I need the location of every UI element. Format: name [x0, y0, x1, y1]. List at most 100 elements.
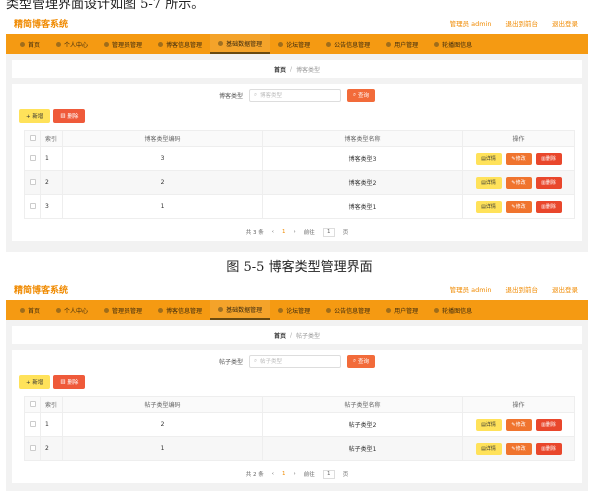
nav-home[interactable]: 首页	[12, 300, 48, 320]
nav-admin-manage[interactable]: 管理员管理	[96, 34, 150, 54]
main-nav: 首页 个人中心 管理员管理 博客信息管理 基础数据管理 论坛管理 公告信息管理 用户管理 轮播图…	[6, 300, 588, 320]
nav-blog-manage[interactable]: 博客信息管理	[150, 300, 210, 320]
row-checkbox[interactable]	[29, 202, 36, 209]
detail-button-label: 详情	[485, 422, 496, 428]
delete-row-button[interactable]: ▥ 删除	[535, 152, 562, 165]
delete-row-button[interactable]: ▥ 删除	[535, 200, 562, 213]
search-input[interactable]: ⌕ 帖子类型	[248, 354, 341, 368]
nav-carousel[interactable]: 轮播图信息	[426, 300, 480, 320]
pager-prev-icon[interactable]: ‹	[272, 471, 274, 477]
detail-button-label: 详情	[485, 446, 496, 452]
logout-link[interactable]: 退出登录	[552, 284, 578, 294]
col-ops: 操作	[462, 130, 575, 147]
row-select-cell[interactable]	[24, 436, 41, 461]
nav-notice[interactable]: 公告信息管理	[318, 300, 378, 320]
nav-dot-icon	[434, 41, 440, 47]
delete-row-button-label: 删除	[545, 422, 556, 428]
search-icon: ⌕	[352, 91, 357, 98]
row-actions: ▤ 详情 ✎ 修改 ▥ 删除	[463, 200, 574, 213]
edit-button[interactable]: ✎ 修改	[505, 442, 532, 455]
cell-index: 2	[40, 436, 63, 461]
detail-button-label: 详情	[485, 180, 496, 186]
nav-item-label: 个人中心	[64, 307, 89, 315]
admin-link[interactable]: 管理员 admin	[450, 284, 492, 294]
row-checkbox[interactable]	[29, 420, 36, 427]
nav-forum[interactable]: 论坛管理	[270, 34, 318, 54]
search-placeholder: 帖子类型	[260, 359, 283, 365]
frontend-link[interactable]: 退出到前台	[506, 284, 539, 294]
breadcrumb-home[interactable]: 首页	[274, 65, 286, 74]
breadcrumb-current: 博客类型	[296, 66, 321, 74]
document-text-line: 类型管理界面设计如图 5-7 所示。	[6, 0, 205, 12]
nav-forum[interactable]: 论坛管理	[270, 300, 318, 320]
select-all-cell[interactable]	[24, 396, 41, 413]
cell-index: 2	[40, 170, 63, 195]
nav-carousel[interactable]: 轮播图信息	[426, 34, 480, 54]
breadcrumb-separator: /	[289, 65, 293, 73]
edit-button-label: 修改	[515, 180, 526, 186]
search-button[interactable]: ⌕ 查询	[346, 354, 376, 368]
select-all-checkbox[interactable]	[29, 400, 36, 407]
edit-button-label: 修改	[515, 156, 526, 162]
nav-users[interactable]: 用户管理	[378, 34, 426, 54]
nav-profile[interactable]: 个人中心	[48, 34, 96, 54]
delete-row-button[interactable]: ▥ 删除	[535, 418, 562, 431]
nav-basic-data[interactable]: 基础数据管理	[210, 300, 271, 320]
pager-current-page[interactable]: 1	[282, 471, 286, 477]
detail-button[interactable]: ▤ 详情	[475, 418, 502, 431]
add-button[interactable]: + 新增	[19, 109, 51, 123]
add-button[interactable]: + 新增	[19, 375, 51, 389]
search-row: 博客类型 ⌕ 博客类型 ⌕ 查询	[12, 84, 582, 106]
pager-next-icon[interactable]: ›	[293, 471, 295, 477]
detail-button[interactable]: ▤ 详情	[475, 152, 502, 165]
cell-ops: ▤ 详情 ✎ 修改 ▥ 删除	[462, 146, 575, 171]
edit-button[interactable]: ✎ 修改	[505, 418, 532, 431]
detail-button[interactable]: ▤ 详情	[475, 176, 502, 189]
nav-blog-manage[interactable]: 博客信息管理	[150, 34, 210, 54]
row-select-cell[interactable]	[24, 412, 41, 437]
nav-notice[interactable]: 公告信息管理	[318, 34, 378, 54]
detail-button-label: 详情	[485, 156, 496, 162]
row-select-cell[interactable]	[24, 194, 41, 219]
logout-link[interactable]: 退出登录	[552, 18, 578, 28]
nav-home[interactable]: 首页	[12, 34, 48, 54]
edit-button-label: 修改	[515, 422, 526, 428]
row-checkbox[interactable]	[29, 444, 36, 451]
search-button[interactable]: ⌕ 查询	[346, 88, 376, 102]
brand-logo: 精简博客系统	[14, 20, 69, 30]
pager-goto-input[interactable]: 1	[322, 227, 335, 237]
row-checkbox[interactable]	[29, 154, 36, 161]
search-input[interactable]: ⌕ 博客类型	[248, 88, 341, 102]
frontend-link[interactable]: 退出到前台	[506, 18, 539, 28]
edit-button[interactable]: ✎ 修改	[505, 176, 532, 189]
edit-button-label: 修改	[515, 446, 526, 452]
delete-button[interactable]: ▥ 删除	[53, 375, 86, 389]
edit-button[interactable]: ✎ 修改	[505, 152, 532, 165]
delete-button[interactable]: ▥ 删除	[53, 109, 86, 123]
row-select-cell[interactable]	[24, 170, 41, 195]
nav-admin-manage[interactable]: 管理员管理	[96, 300, 150, 320]
nav-item-label: 首页	[28, 307, 41, 315]
admin-link[interactable]: 管理员 admin	[450, 18, 492, 28]
pager-current-page[interactable]: 1	[282, 229, 286, 235]
nav-basic-data[interactable]: 基础数据管理	[210, 34, 271, 54]
breadcrumb-home[interactable]: 首页	[274, 331, 286, 340]
nav-profile[interactable]: 个人中心	[48, 300, 96, 320]
row-checkbox[interactable]	[29, 178, 36, 185]
nav-item-label: 首页	[28, 41, 41, 49]
delete-row-button[interactable]: ▥ 删除	[535, 442, 562, 455]
select-all-cell[interactable]	[24, 130, 41, 147]
pager-prev-icon[interactable]: ‹	[272, 229, 274, 235]
pager-goto-input[interactable]: 1	[322, 469, 335, 479]
detail-button[interactable]: ▤ 详情	[475, 200, 502, 213]
nav-dot-icon	[278, 41, 284, 47]
cell-index: 1	[40, 412, 63, 437]
detail-button[interactable]: ▤ 详情	[475, 442, 502, 455]
nav-users[interactable]: 用户管理	[378, 300, 426, 320]
search-button-label: 查询	[358, 93, 370, 99]
row-select-cell[interactable]	[24, 146, 41, 171]
select-all-checkbox[interactable]	[29, 134, 36, 141]
delete-row-button[interactable]: ▥ 删除	[535, 176, 562, 189]
edit-button[interactable]: ✎ 修改	[505, 200, 532, 213]
pager-next-icon[interactable]: ›	[293, 229, 295, 235]
